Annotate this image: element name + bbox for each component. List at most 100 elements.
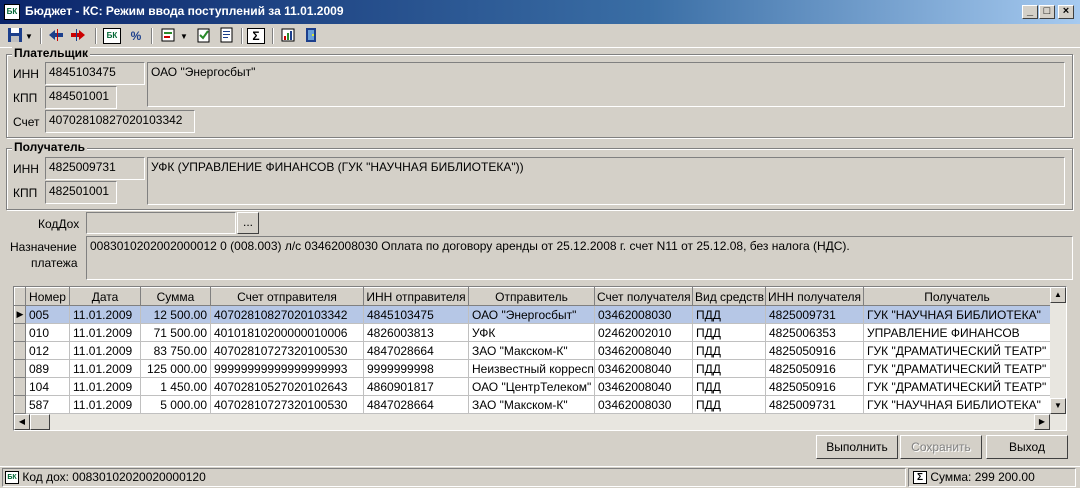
row-indicator xyxy=(14,377,26,396)
title-bar[interactable]: БК Бюджет - КС: Режим ввода поступлений … xyxy=(0,0,1080,24)
table-row[interactable]: 089 11.01.2009 125 000.00 99999999999999… xyxy=(14,359,1051,378)
column-header[interactable]: Отправитель xyxy=(468,287,595,306)
payer-account-field[interactable]: 40702810827020103342 xyxy=(45,110,195,133)
table-cell: 4825006353 xyxy=(765,323,864,342)
table-cell: 02462002010 xyxy=(594,323,693,342)
kod-dox-browse-button[interactable]: ... xyxy=(237,212,259,234)
column-header[interactable]: Получатель xyxy=(863,287,1051,306)
horizontal-scrollbar[interactable]: ◀ ▶ xyxy=(14,414,1066,430)
table-row[interactable]: 587 11.01.2009 5 000.00 4070281072732010… xyxy=(14,395,1051,414)
vertical-scrollbar[interactable]: ▲ ▼ xyxy=(1050,287,1066,414)
scroll-left-icon[interactable]: ◀ xyxy=(14,414,30,430)
table-cell: Неизвестный корресп xyxy=(468,359,595,378)
maximize-button[interactable]: □ xyxy=(1039,5,1055,19)
chart-icon[interactable] xyxy=(278,27,298,45)
kod-dox-input[interactable] xyxy=(86,212,236,234)
recipient-inn-field[interactable]: 4825009731 xyxy=(45,157,145,180)
column-header[interactable]: Счет получателя xyxy=(594,287,693,306)
recipient-kpp-field[interactable]: 482501001 xyxy=(45,181,117,204)
scroll-right-icon[interactable]: ▶ xyxy=(1034,414,1050,430)
arrow-right-icon[interactable] xyxy=(68,27,88,45)
column-header[interactable]: Счет отправителя xyxy=(210,287,364,306)
row-indicator xyxy=(14,341,26,360)
column-header[interactable]: Номер xyxy=(25,287,70,306)
table-cell: 5 000.00 xyxy=(140,395,211,414)
table-cell: 11.01.2009 xyxy=(69,359,141,378)
execute-button[interactable]: Выполнить xyxy=(816,435,898,459)
payer-kpp-label: КПП xyxy=(13,91,38,105)
table-cell: ПДД xyxy=(692,305,766,324)
table-row[interactable]: ▶ 005 11.01.2009 12 500.00 4070281082702… xyxy=(14,305,1051,324)
table-cell: ГУК "ДРАМАТИЧЕСКИЙ ТЕАТР" xyxy=(863,341,1051,360)
column-header[interactable]: Сумма xyxy=(140,287,211,306)
recipient-inn-label: ИНН xyxy=(13,162,39,176)
exit-icon[interactable] xyxy=(301,27,321,45)
payer-inn-field[interactable]: 4845103475 xyxy=(45,62,145,85)
column-header[interactable]: ИНН получателя xyxy=(765,287,864,306)
checklist-icon[interactable] xyxy=(194,27,214,45)
bk-icon[interactable]: БК xyxy=(103,28,121,44)
chevron-down-icon[interactable]: ▼ xyxy=(25,32,33,41)
table-cell: ОАО "ЦентрТелеком" xyxy=(468,377,595,396)
purpose-field[interactable]: 0083010202002000012 0 (008.003) л/с 0346… xyxy=(86,236,1073,280)
payer-group-title: Плательщик xyxy=(12,46,90,60)
exit-button[interactable]: Выход xyxy=(986,435,1068,459)
table-cell: ОАО "Энергосбыт" xyxy=(468,305,595,324)
table-cell: ПДД xyxy=(692,395,766,414)
table-cell: 11.01.2009 xyxy=(69,377,141,396)
table-cell: 40702810727320100530 xyxy=(210,341,364,360)
save-button[interactable]: Сохранить xyxy=(900,435,982,459)
scroll-thumb[interactable] xyxy=(30,414,50,430)
table-cell: 4825050916 xyxy=(765,377,864,396)
table-cell: 03462008040 xyxy=(594,377,693,396)
table-cell: 4825009731 xyxy=(765,395,864,414)
kod-dox-label: КодДох xyxy=(38,217,80,231)
status-sum: Сумма: 299 200.00 xyxy=(930,470,1035,484)
scroll-up-icon[interactable]: ▲ xyxy=(1050,287,1066,303)
save-icon[interactable] xyxy=(5,27,25,45)
table-row[interactable]: 010 11.01.2009 71 500.00 401018102000000… xyxy=(14,323,1051,342)
payer-kpp-field[interactable]: 484501001 xyxy=(45,86,117,109)
toolbar-separator xyxy=(241,28,243,44)
table-cell: 4860901817 xyxy=(363,377,469,396)
table-cell: 03462008040 xyxy=(594,359,693,378)
sum-icon[interactable]: Σ xyxy=(247,28,265,44)
status-kod-dox: Код дох: 00830102020020000120 xyxy=(22,470,206,484)
toolbar-separator xyxy=(95,28,97,44)
table-cell: ЗАО "Макском-К" xyxy=(468,395,595,414)
table-row[interactable]: 104 11.01.2009 1 450.00 4070281052702010… xyxy=(14,377,1051,396)
table-cell: УПРАВЛЕНИЕ ФИНАНСОВ xyxy=(863,323,1051,342)
minimize-button[interactable]: _ xyxy=(1022,5,1038,19)
table-cell: 012 xyxy=(25,341,70,360)
bk-icon: БК xyxy=(5,471,19,485)
table-cell: 4825050916 xyxy=(765,359,864,378)
column-header[interactable]: Вид средств xyxy=(692,287,766,306)
report-icon[interactable] xyxy=(158,27,178,45)
table-cell: 104 xyxy=(25,377,70,396)
toolbar-separator xyxy=(272,28,274,44)
percent-icon[interactable]: % xyxy=(126,27,146,45)
column-header[interactable]: ИНН отправителя xyxy=(363,287,469,306)
table-cell: 40101810200000010006 xyxy=(210,323,364,342)
purpose-label-line1: Назначение xyxy=(10,240,77,254)
table-cell: 40702810527020102643 xyxy=(210,377,364,396)
table-cell: 03462008040 xyxy=(594,341,693,360)
close-button[interactable]: × xyxy=(1058,5,1074,19)
chevron-down-icon[interactable]: ▼ xyxy=(180,32,188,41)
purpose-label-line2: платежа xyxy=(31,256,78,270)
table-cell: 03462008030 xyxy=(594,305,693,324)
column-header[interactable]: Дата xyxy=(69,287,141,306)
payments-table[interactable]: Номер Дата Сумма Счет отправителя ИНН от… xyxy=(13,286,1067,431)
document-icon[interactable] xyxy=(216,27,236,45)
payer-name-field[interactable]: ОАО "Энергосбыт" xyxy=(147,62,1065,107)
table-cell: 125 000.00 xyxy=(140,359,211,378)
recipient-name-field[interactable]: УФК (УПРАВЛЕНИЕ ФИНАНСОВ (ГУК "НАУЧНАЯ Б… xyxy=(147,157,1065,205)
table-cell: 005 xyxy=(25,305,70,324)
table-row[interactable]: 012 11.01.2009 83 750.00 407028107273201… xyxy=(14,341,1051,360)
row-indicator xyxy=(14,323,26,342)
app-icon: БК xyxy=(4,4,20,20)
scroll-down-icon[interactable]: ▼ xyxy=(1050,398,1066,414)
table-cell: 71 500.00 xyxy=(140,323,211,342)
arrow-left-icon[interactable] xyxy=(46,27,66,45)
row-indicator xyxy=(14,359,26,378)
